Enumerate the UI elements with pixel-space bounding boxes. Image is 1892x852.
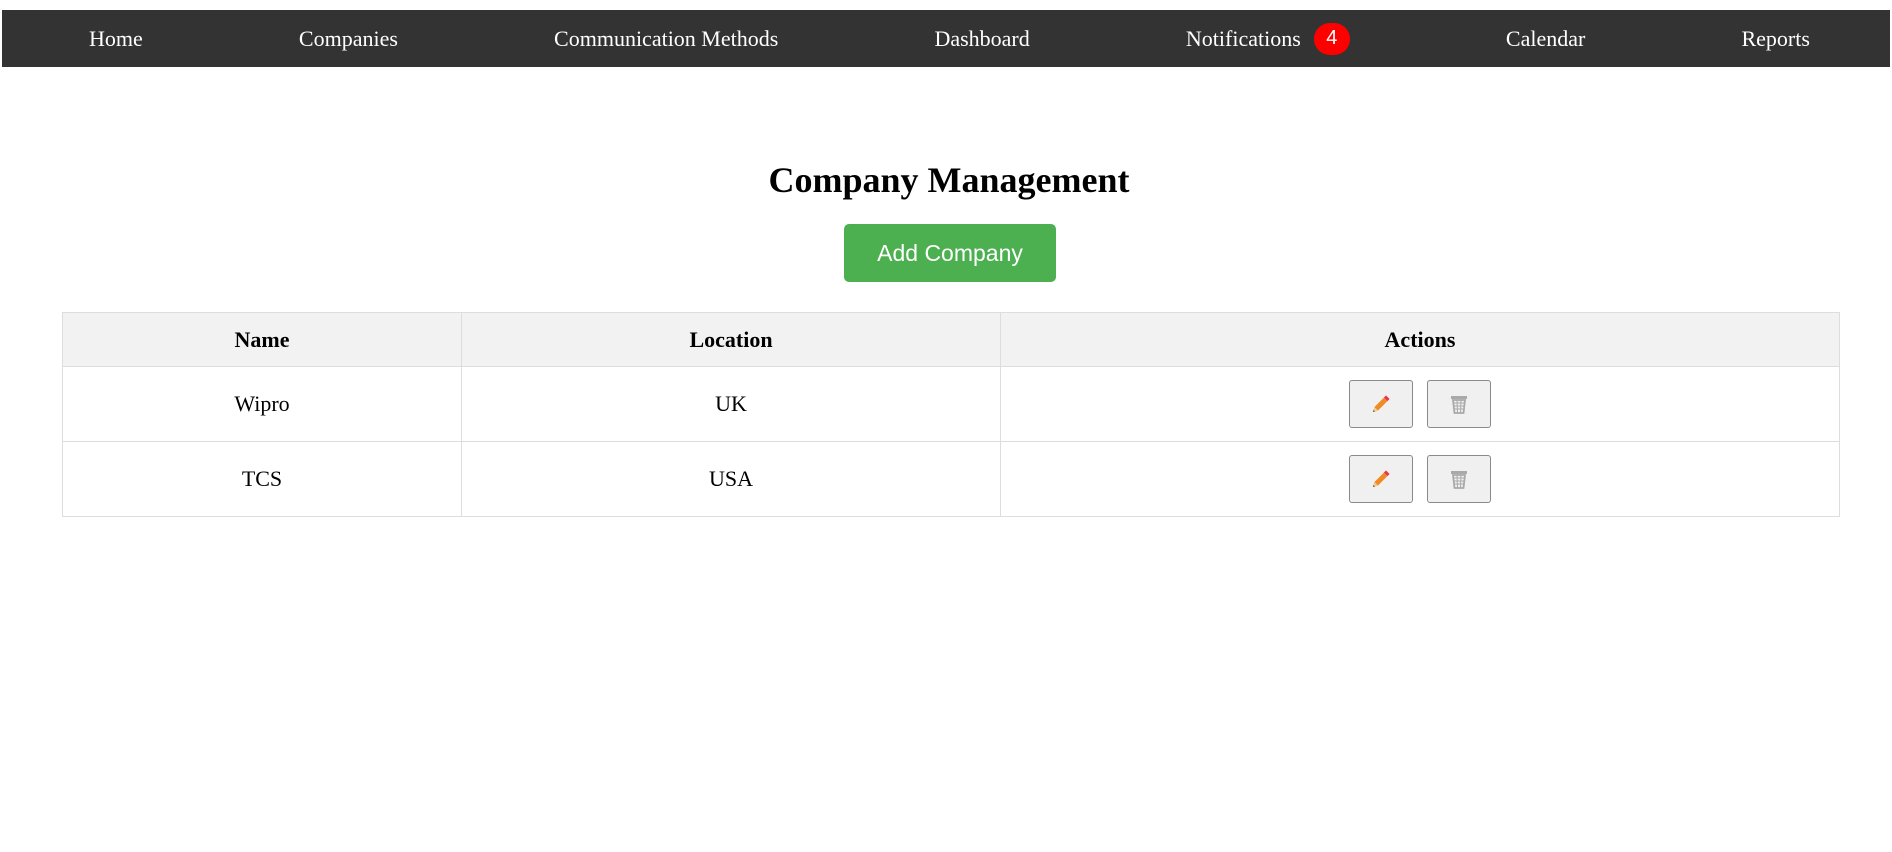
- nav-item-companies[interactable]: Companies: [299, 26, 398, 52]
- nav-item-reports[interactable]: Reports: [1741, 26, 1809, 52]
- company-location-cell: UK: [461, 366, 1001, 442]
- delete-button[interactable]: [1427, 380, 1491, 428]
- actions-cell-container: [1000, 366, 1840, 442]
- table-row: TCS USA: [62, 441, 1840, 517]
- edit-button[interactable]: [1349, 455, 1413, 503]
- nav-item-label: Dashboard: [934, 25, 1030, 51]
- nav-item-label: Notifications: [1185, 25, 1301, 51]
- nav-item-label: Home: [89, 25, 143, 51]
- nav-item-label: Communication Methods: [554, 25, 779, 51]
- nav-item-label: Calendar: [1505, 25, 1586, 51]
- add-company-button[interactable]: Add Company: [844, 224, 1056, 282]
- column-header-location: Location: [461, 312, 1001, 367]
- page-title: Company Management: [768, 160, 1130, 200]
- table-header-row: Name Location Actions: [62, 312, 1840, 367]
- delete-button[interactable]: [1427, 455, 1491, 503]
- company-table: Name Location Actions Wipro UK TCS USA: [62, 312, 1840, 517]
- trash-icon: [1448, 393, 1470, 415]
- top-navbar: Home Companies Communication Methods Das…: [2, 10, 1890, 67]
- nav-item-dashboard[interactable]: Dashboard: [934, 26, 1029, 52]
- column-header-name: Name: [62, 312, 462, 367]
- nav-item-label: Reports: [1741, 25, 1810, 51]
- edit-button[interactable]: [1349, 380, 1413, 428]
- company-table-container: Name Location Actions Wipro UK TCS USA: [62, 312, 1840, 517]
- page: Home Companies Communication Methods Das…: [0, 0, 1892, 852]
- pencil-icon: [1370, 468, 1392, 490]
- nav-item-label: Companies: [298, 25, 398, 51]
- main-content: Company Management Add Company Name Loca…: [2, 159, 1890, 517]
- column-header-actions: Actions: [1000, 312, 1840, 367]
- pencil-icon: [1370, 393, 1392, 415]
- actions-cell: [1002, 368, 1838, 440]
- nav-item-notifications[interactable]: Notifications 4: [1185, 22, 1350, 55]
- trash-icon: [1448, 468, 1470, 490]
- notification-count-badge: 4: [1313, 22, 1350, 55]
- actions-cell: [1002, 443, 1838, 515]
- nav-item-communication-methods[interactable]: Communication Methods: [554, 26, 778, 52]
- company-name-cell: TCS: [62, 441, 462, 517]
- company-location-cell: USA: [461, 441, 1001, 517]
- actions-cell-container: [1000, 441, 1840, 517]
- company-name-cell: Wipro: [62, 366, 462, 442]
- table-row: Wipro UK: [62, 366, 1840, 442]
- nav-item-home[interactable]: Home: [89, 26, 143, 52]
- nav-item-calendar[interactable]: Calendar: [1506, 26, 1585, 52]
